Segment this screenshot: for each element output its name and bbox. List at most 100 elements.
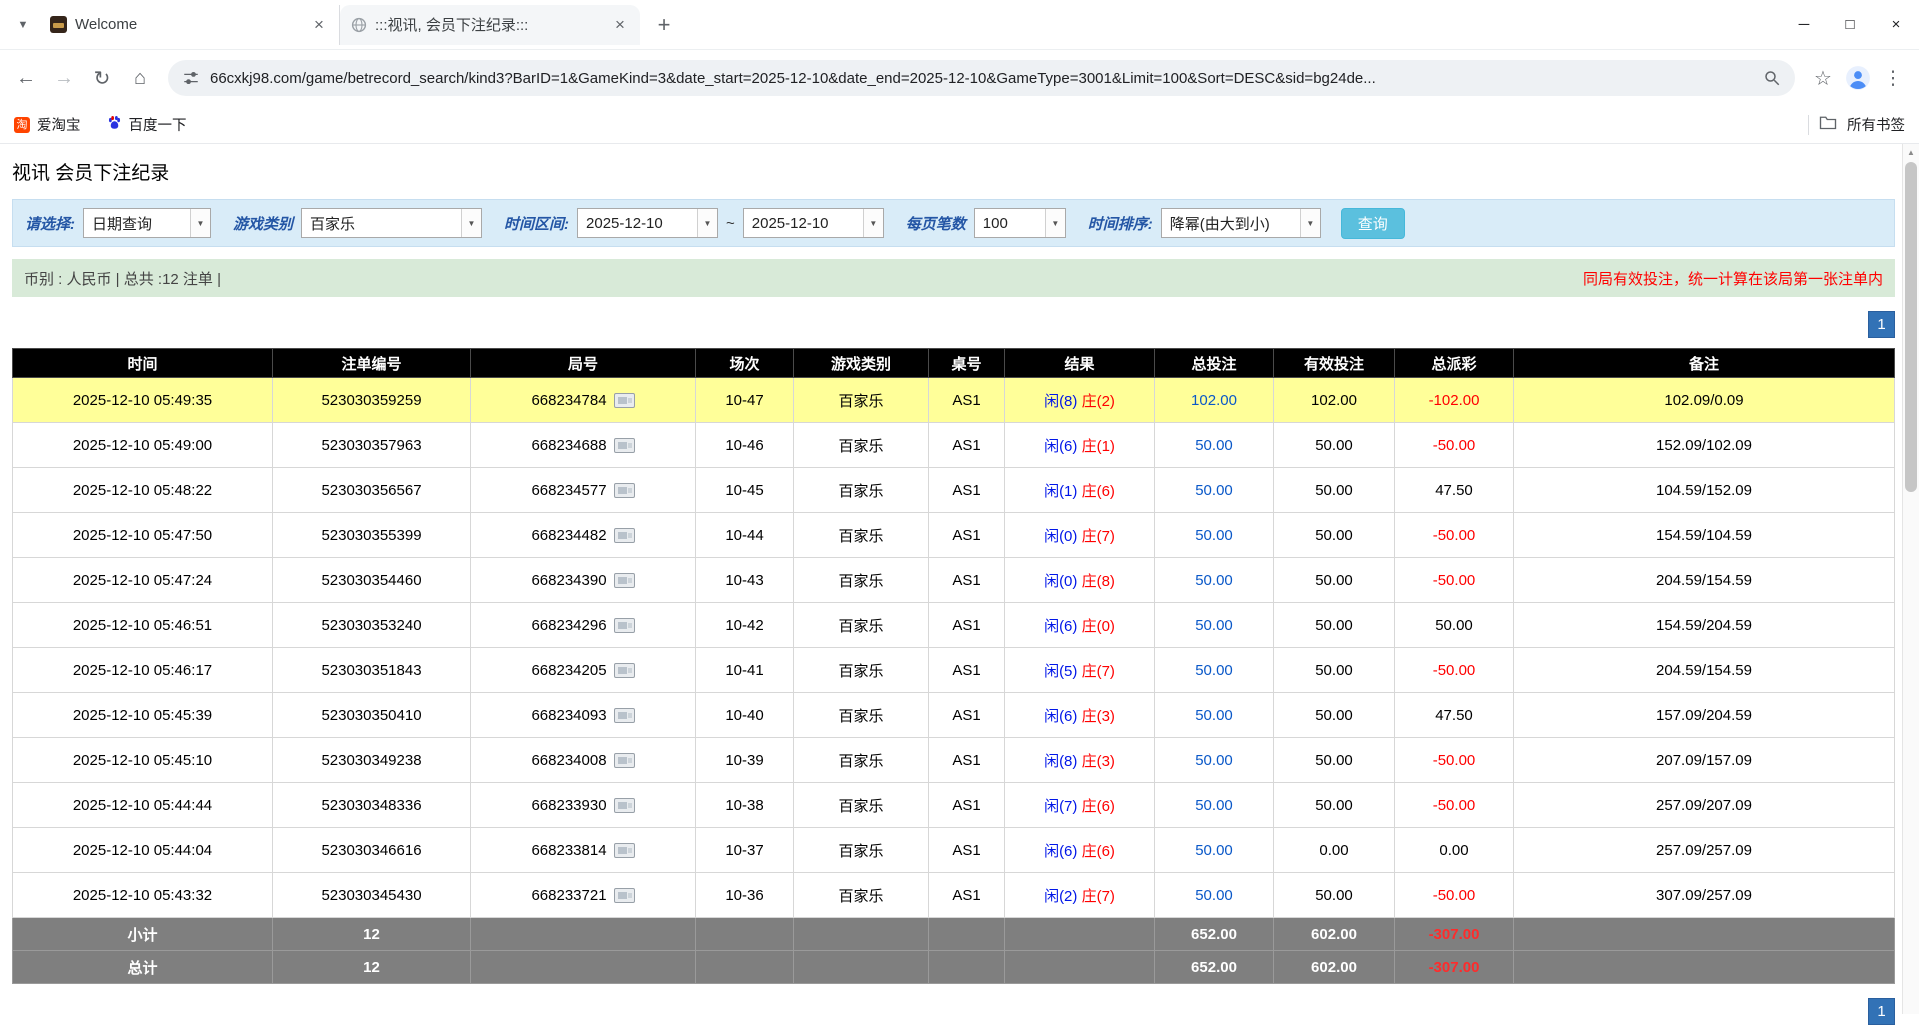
scroll-up-arrow-icon[interactable]: ▲ bbox=[1903, 144, 1919, 161]
round-replay-icon[interactable] bbox=[614, 753, 635, 768]
round-replay-icon[interactable] bbox=[614, 888, 635, 903]
maximize-button[interactable]: □ bbox=[1827, 0, 1873, 50]
cell-total-bet[interactable]: 50.00 bbox=[1155, 423, 1274, 468]
cell-round-id: 668234390 bbox=[471, 558, 696, 603]
result-banker: 庄(2) bbox=[1082, 393, 1115, 410]
page-1-button[interactable]: 1 bbox=[1868, 311, 1895, 338]
scrollbar-thumb[interactable] bbox=[1905, 162, 1917, 492]
cell-session: 10-36 bbox=[696, 873, 794, 918]
sort-order-select[interactable]: 降幂(由大到小) ▼ bbox=[1161, 208, 1321, 238]
window-controls: ─ □ × bbox=[1781, 0, 1919, 50]
zoom-icon[interactable] bbox=[1763, 69, 1781, 87]
round-replay-icon[interactable] bbox=[614, 438, 635, 453]
tab-close-icon[interactable]: × bbox=[309, 15, 329, 35]
cell-note: 157.09/204.59 bbox=[1514, 693, 1895, 738]
address-bar[interactable]: 66cxkj98.com/game/betrecord_search/kind3… bbox=[168, 60, 1795, 96]
cell-total-bet[interactable]: 50.00 bbox=[1155, 828, 1274, 873]
back-button[interactable]: ← bbox=[8, 60, 44, 96]
cell-session: 10-41 bbox=[696, 648, 794, 693]
summary-payout: -307.00 bbox=[1395, 951, 1514, 984]
game-type-select[interactable]: 百家乐 ▼ bbox=[301, 208, 482, 238]
bookmark-star-icon[interactable]: ☆ bbox=[1805, 60, 1841, 96]
cell-valid-bet: 50.00 bbox=[1274, 558, 1395, 603]
round-replay-icon[interactable] bbox=[614, 708, 635, 723]
result-banker: 庄(7) bbox=[1082, 528, 1115, 545]
cell-note: 204.59/154.59 bbox=[1514, 558, 1895, 603]
tab-betrecord[interactable]: :::视讯, 会员下注纪录::: × bbox=[340, 5, 640, 45]
cell-total-bet[interactable]: 50.00 bbox=[1155, 558, 1274, 603]
cell-time: 2025-12-10 05:47:50 bbox=[13, 513, 273, 558]
cell-valid-bet: 50.00 bbox=[1274, 513, 1395, 558]
cell-total-bet[interactable]: 50.00 bbox=[1155, 513, 1274, 558]
result-player: 闲(7) bbox=[1044, 798, 1077, 815]
new-tab-button[interactable]: + bbox=[648, 9, 680, 41]
cell-time: 2025-12-10 05:49:35 bbox=[13, 378, 273, 423]
cell-game-type: 百家乐 bbox=[794, 693, 929, 738]
cell-table-no: AS1 bbox=[929, 873, 1005, 918]
cell-result: 闲(6) 庄(0) bbox=[1005, 603, 1155, 648]
home-button[interactable]: ⌂ bbox=[122, 60, 158, 96]
tab-search-chevron-icon[interactable]: ▼ bbox=[6, 8, 40, 42]
scrollbar[interactable]: ▲ bbox=[1902, 144, 1919, 1014]
round-replay-icon[interactable] bbox=[614, 483, 635, 498]
cell-total-bet[interactable]: 50.00 bbox=[1155, 873, 1274, 918]
col-header-note: 备注 bbox=[1514, 349, 1895, 378]
game-type-label: 游戏类别 bbox=[233, 213, 293, 234]
forward-button[interactable]: → bbox=[46, 60, 82, 96]
cell-game-type: 百家乐 bbox=[794, 513, 929, 558]
cell-total-bet[interactable]: 50.00 bbox=[1155, 603, 1274, 648]
tab-close-icon[interactable]: × bbox=[610, 15, 630, 35]
round-replay-icon[interactable] bbox=[614, 393, 635, 408]
url-text[interactable]: 66cxkj98.com/game/betrecord_search/kind3… bbox=[210, 70, 1753, 87]
cell-total-bet[interactable]: 50.00 bbox=[1155, 648, 1274, 693]
cell-total-bet[interactable]: 102.00 bbox=[1155, 378, 1274, 423]
search-button[interactable]: 查询 bbox=[1341, 208, 1405, 239]
table-row: 2025-12-10 05:43:32523030345430668233721… bbox=[13, 873, 1895, 918]
bookmark-aitaobao[interactable]: 淘 爱淘宝 bbox=[14, 114, 81, 135]
summary-valid-bet: 602.00 bbox=[1274, 918, 1395, 951]
date-end-select[interactable]: 2025-12-10 ▼ bbox=[743, 208, 884, 238]
bookmark-baidu[interactable]: 百度一下 bbox=[107, 114, 187, 135]
round-replay-icon[interactable] bbox=[614, 573, 635, 588]
window-close-button[interactable]: × bbox=[1873, 0, 1919, 50]
cell-bet-id: 523030355399 bbox=[273, 513, 471, 558]
divider bbox=[1808, 115, 1809, 135]
cell-round-id: 668234296 bbox=[471, 603, 696, 648]
all-bookmarks[interactable]: 所有书签 bbox=[1808, 114, 1905, 135]
round-replay-icon[interactable] bbox=[614, 798, 635, 813]
round-replay-icon[interactable] bbox=[614, 843, 635, 858]
refresh-button[interactable]: ↻ bbox=[84, 60, 120, 96]
col-header-table-no: 桌号 bbox=[929, 349, 1005, 378]
cell-valid-bet: 50.00 bbox=[1274, 468, 1395, 513]
cell-table-no: AS1 bbox=[929, 558, 1005, 603]
query-type-select[interactable]: 日期查询 ▼ bbox=[83, 208, 211, 238]
cell-payout: -50.00 bbox=[1395, 558, 1514, 603]
cell-table-no: AS1 bbox=[929, 783, 1005, 828]
cell-round-id: 668233721 bbox=[471, 873, 696, 918]
page-1-button[interactable]: 1 bbox=[1868, 998, 1895, 1025]
cell-total-bet[interactable]: 50.00 bbox=[1155, 468, 1274, 513]
round-replay-icon[interactable] bbox=[614, 663, 635, 678]
welcome-tab-favicon-icon bbox=[50, 16, 67, 33]
menu-icon[interactable]: ⋮ bbox=[1875, 60, 1911, 96]
tab-title: :::视讯, 会员下注纪录::: bbox=[375, 14, 602, 35]
result-banker: 庄(6) bbox=[1082, 798, 1115, 815]
round-replay-icon[interactable] bbox=[614, 528, 635, 543]
cell-total-bet[interactable]: 50.00 bbox=[1155, 738, 1274, 783]
tab-welcome[interactable]: Welcome × bbox=[40, 5, 340, 45]
baidu-paw-icon bbox=[107, 115, 122, 134]
cell-valid-bet: 102.00 bbox=[1274, 378, 1395, 423]
summary-valid-bet: 602.00 bbox=[1274, 951, 1395, 984]
site-settings-icon[interactable] bbox=[182, 69, 200, 87]
round-replay-icon[interactable] bbox=[614, 618, 635, 633]
table-row: 2025-12-10 05:46:17523030351843668234205… bbox=[13, 648, 1895, 693]
cell-total-bet[interactable]: 50.00 bbox=[1155, 693, 1274, 738]
taobao-icon: 淘 bbox=[14, 117, 30, 133]
cell-round-id: 668234784 bbox=[471, 378, 696, 423]
per-page-label: 每页笔数 bbox=[906, 213, 966, 234]
profile-avatar[interactable] bbox=[1843, 63, 1873, 93]
date-start-select[interactable]: 2025-12-10 ▼ bbox=[577, 208, 718, 238]
cell-total-bet[interactable]: 50.00 bbox=[1155, 783, 1274, 828]
minimize-button[interactable]: ─ bbox=[1781, 0, 1827, 50]
per-page-select[interactable]: 100 ▼ bbox=[974, 208, 1066, 238]
